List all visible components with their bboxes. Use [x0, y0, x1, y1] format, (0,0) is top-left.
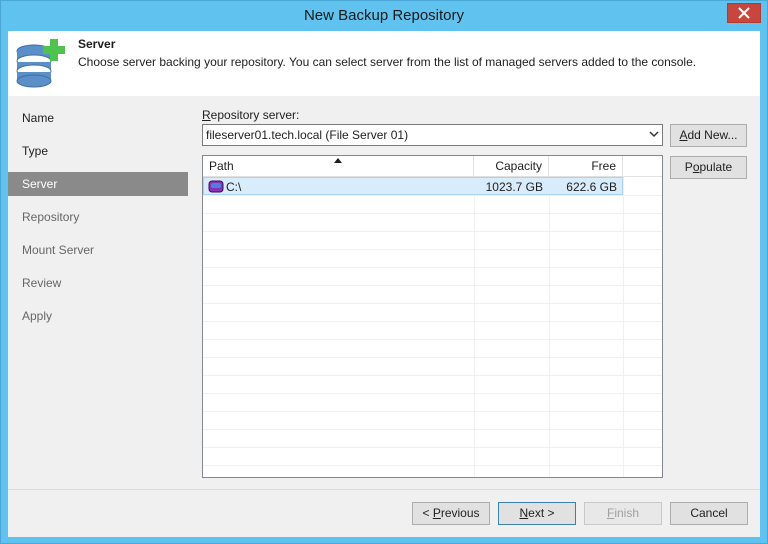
grid-line: [203, 285, 662, 286]
sort-ascending-icon: [334, 158, 342, 163]
grid-line: [474, 177, 475, 477]
previous-arrow: <: [422, 506, 433, 520]
wizard-steps: Name Type Server Repository Mount Server…: [8, 96, 188, 489]
repository-server-label: Repository server:: [202, 108, 299, 122]
grid-line: [203, 249, 662, 250]
repository-server-value: fileserver01.tech.local (File Server 01): [206, 128, 409, 142]
populate-label-start: P: [684, 160, 693, 174]
column-capacity[interactable]: Capacity: [474, 156, 549, 177]
grid-line: [203, 195, 662, 196]
grid-line: [203, 429, 662, 430]
grid-line: [203, 357, 662, 358]
grid-line: [203, 465, 662, 466]
table-row[interactable]: C:\ 1023.7 GB 622.6 GB: [203, 177, 623, 195]
cell-capacity: 1023.7 GB: [485, 180, 543, 194]
database-add-icon: [16, 39, 65, 88]
grid-line: [203, 303, 662, 304]
previous-button[interactable]: < Previous: [412, 502, 490, 525]
step-review: Review: [22, 276, 62, 290]
grid-line: [203, 447, 662, 448]
table-body: C:\ 1023.7 GB 622.6 GB: [203, 177, 662, 477]
previous-accel: P: [432, 506, 441, 520]
grid-line: [203, 393, 662, 394]
step-mount-server: Mount Server: [22, 243, 95, 257]
wizard-content: Server Choose server backing your reposi…: [8, 31, 760, 537]
populate-button[interactable]: Populate: [670, 156, 747, 179]
wizard-window: New Backup Repository Server Choose serv…: [0, 0, 768, 544]
main-panel: Repository server: fileserver01.tech.loc…: [188, 96, 760, 489]
grid-line: [549, 177, 550, 477]
cancel-button[interactable]: Cancel: [670, 502, 748, 525]
page-description: Choose server backing your repository. Y…: [78, 55, 697, 69]
next-accel: N: [519, 506, 529, 520]
grid-line: [203, 375, 662, 376]
next-button[interactable]: Next >: [498, 502, 576, 525]
finish-button[interactable]: Finish: [584, 502, 662, 525]
grid-line: [623, 177, 624, 477]
step-name[interactable]: Name: [8, 106, 188, 130]
chevron-down-icon: [649, 131, 659, 138]
populate-label-rest: pulate: [699, 160, 733, 174]
table-header: Path Capacity Free: [203, 156, 662, 177]
add-new-label: dd New...: [687, 128, 738, 142]
step-server[interactable]: Server: [8, 172, 188, 196]
previous-label: revious: [440, 506, 480, 520]
grid-line: [203, 267, 662, 268]
add-new-button[interactable]: Add New...: [670, 124, 747, 147]
wizard-header: Server Choose server backing your reposi…: [8, 31, 760, 96]
step-apply: Apply: [22, 309, 53, 323]
grid-line: [203, 411, 662, 412]
grid-line: [203, 213, 662, 214]
wizard-footer: < Previous Next > Finish Cancel: [8, 489, 760, 537]
title-bar: New Backup Repository: [1, 1, 767, 31]
repository-server-select[interactable]: fileserver01.tech.local (File Server 01): [202, 124, 663, 146]
drive-icon: [208, 180, 224, 193]
cell-free: 622.6 GB: [566, 180, 617, 194]
repository-server-label-accel: R: [202, 108, 211, 122]
grid-line: [203, 321, 662, 322]
finish-label: inish: [614, 506, 640, 520]
cell-path: C:\: [226, 180, 242, 194]
column-free[interactable]: Free: [549, 156, 623, 177]
repository-server-label-text: epository server:: [210, 108, 300, 122]
volumes-table[interactable]: Path Capacity Free C:\ 1023.7 GB 622.6 G…: [202, 155, 663, 478]
window-title: New Backup Repository: [303, 7, 465, 24]
step-type[interactable]: Type: [8, 139, 188, 163]
grid-line: [203, 339, 662, 340]
grid-line: [203, 231, 662, 232]
page-title: Server: [78, 37, 116, 51]
populate-accel: o: [692, 160, 700, 174]
close-icon: [738, 7, 750, 19]
step-repository: Repository: [22, 210, 80, 224]
next-label: ext >: [528, 506, 555, 520]
close-button[interactable]: [727, 3, 761, 23]
